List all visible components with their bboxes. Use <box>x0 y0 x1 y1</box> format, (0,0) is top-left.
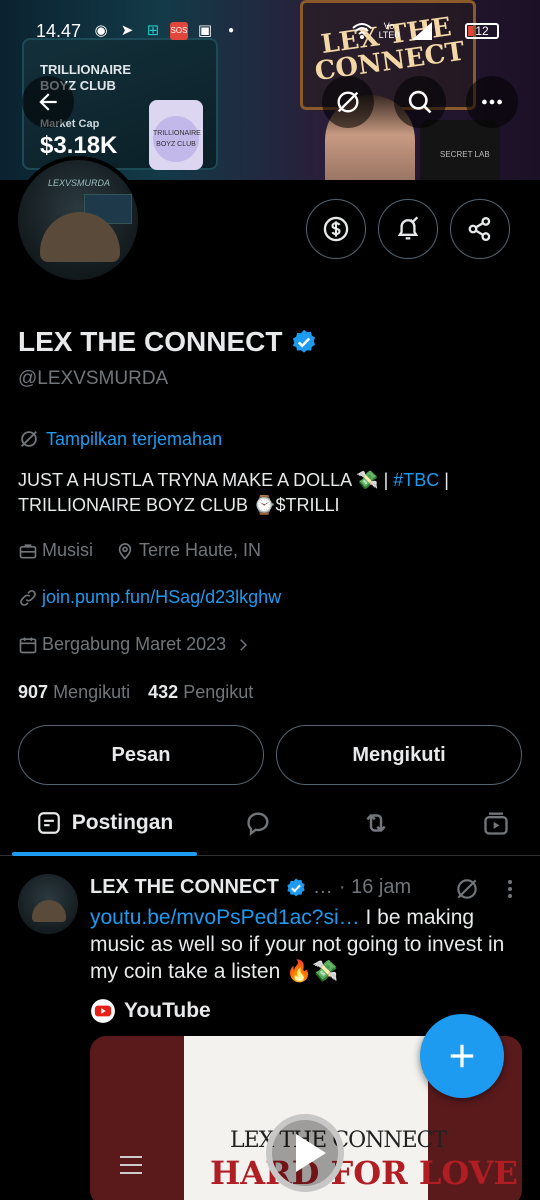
tab-posts-label: Postingan <box>71 811 174 834</box>
following-label: Mengikuti <box>53 682 131 702</box>
display-name: LEX THE CONNECT <box>18 326 283 357</box>
signal-icon <box>410 22 432 40</box>
translate-label: Tampilkan terjemahan <box>46 428 223 449</box>
banner-chair: SECRET LAB <box>420 120 500 180</box>
tab-replies[interactable] <box>218 790 298 856</box>
banner-chair-text: SECRET LAB <box>440 150 490 159</box>
search-button[interactable] <box>394 76 446 128</box>
link-icon <box>20 589 36 606</box>
tip-button[interactable] <box>306 199 366 259</box>
dollar-icon <box>323 216 349 242</box>
hamburger-icon <box>120 1156 142 1174</box>
post-header: LEX THE CONNECT … · 16 jam <box>90 876 411 899</box>
profile-name: LEX THE CONNECT <box>18 326 318 358</box>
profile-avatar[interactable]: LEXVSMURDA <box>14 156 142 284</box>
volte-label: Vo LTE0 <box>378 21 400 40</box>
translate-toggle-button[interactable] <box>322 76 374 128</box>
wifi-icon <box>352 22 372 40</box>
banner-coin-text: TRILLIONAIRE BOYZ CLUB <box>153 116 201 162</box>
app-icon: ▣ <box>197 22 213 39</box>
tab-reposts[interactable] <box>336 790 416 856</box>
briefcase-icon <box>19 543 37 558</box>
back-button[interactable] <box>22 76 74 128</box>
video-thumbnail-subtitle: HARD FOR LOVE <box>210 1154 518 1192</box>
post-avatar-figure <box>32 900 66 922</box>
media-icon <box>484 812 508 835</box>
profile-website-row[interactable]: join.pump.fun/HSag/d23lkghw <box>18 587 281 608</box>
compose-button[interactable] <box>420 1014 504 1098</box>
calendar-icon <box>19 637 37 653</box>
tab-media[interactable] <box>456 790 536 856</box>
avatar-text: LEXVSMURDA <box>48 178 111 188</box>
battery-indicator: 12 <box>465 23 499 39</box>
bell-check-icon <box>397 216 419 240</box>
profile-tabs: Postingan <box>0 790 540 856</box>
following-count: 907 <box>18 682 49 702</box>
followers-label: Pengikut <box>183 682 254 702</box>
verified-badge-icon <box>287 877 305 896</box>
profile-bio: JUST A HUSTLA TRYNA MAKE A DOLLA 💸 | #TB… <box>18 468 518 518</box>
reply-bubble-icon <box>247 812 269 836</box>
youtube-icon <box>91 999 115 1023</box>
bio-text-1: JUST A HUSTLA TRYNA MAKE A DOLLA 💸 | <box>18 470 394 490</box>
banner-coin-logo: TRILLIONAIRE BOYZ CLUB <box>149 100 203 170</box>
more-horizontal-icon <box>482 99 502 105</box>
location-pin-icon <box>118 542 132 560</box>
active-tab-indicator <box>12 852 197 856</box>
followers-count: 432 <box>148 682 179 702</box>
whatsapp-icon: ◉ <box>94 22 108 39</box>
sos-icon: SOS <box>170 22 188 40</box>
repost-icon <box>366 813 386 833</box>
status-time: 14.47 <box>36 21 82 41</box>
shop-icon: ⊞ <box>146 22 160 39</box>
profile-joined-date: Bergabung Maret 2023 <box>42 634 227 654</box>
share-icon <box>468 216 491 242</box>
message-button[interactable]: Pesan <box>18 725 264 785</box>
play-button[interactable] <box>266 1114 344 1192</box>
post-author-name[interactable]: LEX THE CONNECT <box>90 876 279 899</box>
status-bar: 14.47 ◉ ➤ ⊞ SOS ▣ ● Vo LTE0 12 <box>0 0 540 60</box>
telegram-icon: ➤ <box>120 22 134 39</box>
post-author-avatar[interactable] <box>18 874 78 934</box>
share-button[interactable] <box>450 199 510 259</box>
translate-icon <box>21 431 37 447</box>
profile-location: Terre Haute, IN <box>139 540 262 560</box>
dot-icon: ● <box>227 25 235 36</box>
followers-stat[interactable]: 432 Pengikut <box>148 682 253 702</box>
verified-badge-icon[interactable] <box>290 328 318 356</box>
follow-counts: 907 Mengikuti 432 Pengikut <box>18 682 253 703</box>
profile-joined-row[interactable]: Bergabung Maret 2023 <box>18 634 252 655</box>
more-vertical-icon[interactable] <box>498 876 522 902</box>
following-button-label: Mengikuti <box>352 743 446 766</box>
post-link[interactable]: youtu.be/mvoPsPed1ac?si… <box>90 906 360 929</box>
message-button-label: Pesan <box>111 743 171 766</box>
post-time: · 16 jam <box>338 876 412 898</box>
chevron-right-icon <box>240 638 248 651</box>
translate-slash-icon[interactable] <box>454 876 480 902</box>
posts-icon <box>37 812 60 834</box>
profile-meta-row: Musisi Terre Haute, IN <box>18 540 261 561</box>
search-icon <box>408 90 432 114</box>
post-text: youtu.be/mvoPsPed1ac?si… I be making mus… <box>90 904 530 985</box>
more-options-button[interactable] <box>466 76 518 128</box>
following-stat[interactable]: 907 Mengikuti <box>18 682 130 702</box>
link-card-source-label: YouTube <box>124 999 211 1022</box>
translate-slash-icon <box>337 91 359 113</box>
post-ellipsis: … <box>312 876 333 898</box>
arrow-left-icon <box>39 93 57 111</box>
profile-category: Musisi <box>42 540 94 560</box>
profile-website-link[interactable]: join.pump.fun/HSag/d23lkghw <box>42 587 281 608</box>
following-button[interactable]: Mengikuti <box>276 725 522 785</box>
bio-hashtag-link[interactable]: #TBC <box>393 470 439 490</box>
show-translation-link[interactable]: Tampilkan terjemahan <box>18 428 222 450</box>
plus-icon <box>450 1044 474 1068</box>
tab-posts[interactable]: Postingan <box>12 790 197 856</box>
notifications-button[interactable] <box>378 199 438 259</box>
profile-handle: @LEXVSMURDA <box>18 368 169 389</box>
link-card-source: YouTube <box>90 998 211 1024</box>
